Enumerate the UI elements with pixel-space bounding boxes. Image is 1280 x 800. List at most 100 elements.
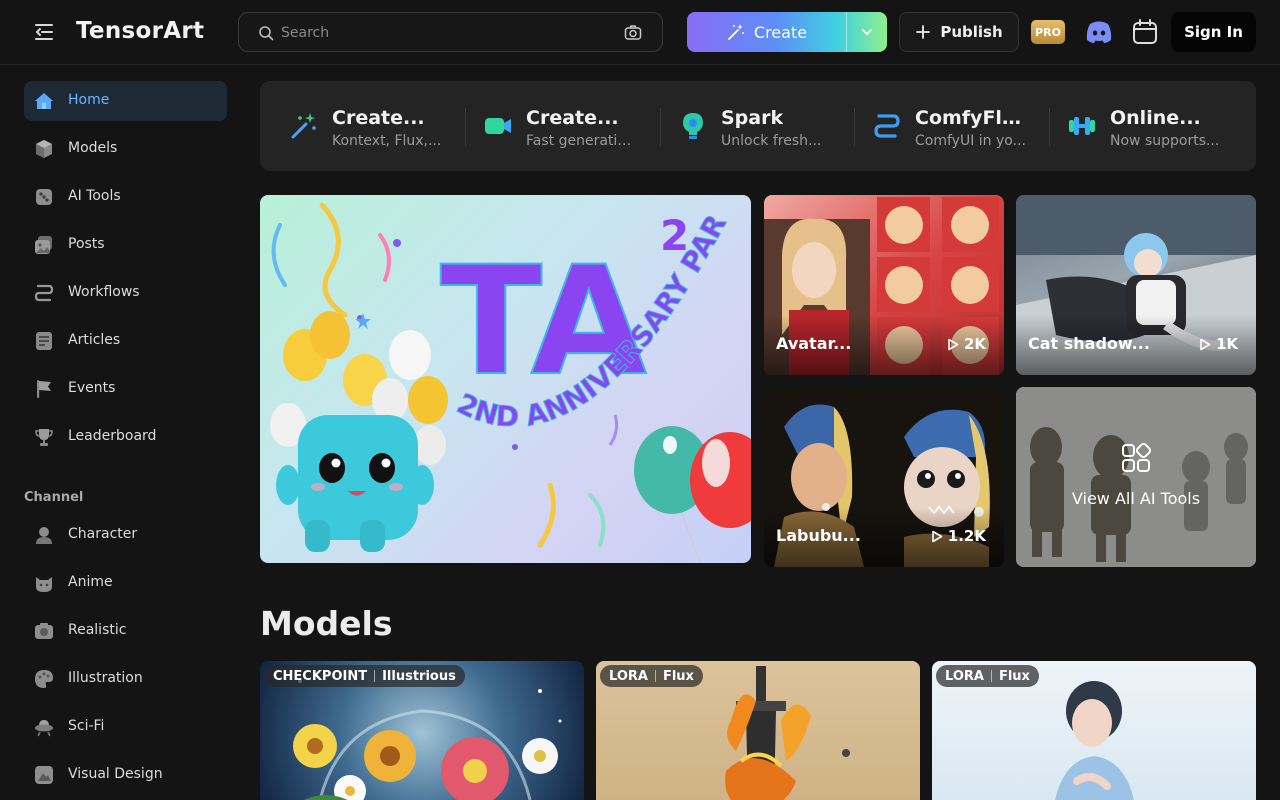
pro-badge[interactable]: PRO <box>1031 20 1065 44</box>
model-type: LORA <box>609 668 648 684</box>
model-card[interactable]: LORA Flux <box>596 661 920 800</box>
cube-icon <box>36 140 52 158</box>
quick-title: Create... <box>526 107 619 129</box>
sign-in-button[interactable]: Sign In <box>1171 12 1256 52</box>
sidebar-item-label: Anime <box>68 574 113 590</box>
quick-subtitle: Kontext, Flux,... <box>332 133 442 149</box>
model-tag: LORA Flux <box>600 665 703 687</box>
quick-actions-bar: Create... Kontext, Flux,... Create... Fa… <box>260 81 1256 171</box>
tag-divider <box>374 670 376 682</box>
tile-artwork <box>1016 387 1256 567</box>
sidebar-item-label: AI Tools <box>68 188 121 204</box>
sidebar-item-label: Realistic <box>68 622 127 638</box>
create-dropdown-button[interactable] <box>847 12 887 52</box>
sidebar-item-posts[interactable]: Posts <box>24 225 227 265</box>
quick-title: Online... <box>1110 107 1201 129</box>
workflow-icon <box>34 284 54 302</box>
ai-tool-tile-labubu[interactable]: Labubu... 1.2K <box>764 387 1004 567</box>
model-base: Flux <box>998 668 1030 684</box>
sidebar-channel-realistic[interactable]: Realistic <box>24 611 227 651</box>
dice-icon <box>36 189 52 205</box>
sidebar-channel-sci-fi[interactable]: Sci-Fi <box>24 707 227 747</box>
sidebar-item-events[interactable]: Events <box>24 369 227 409</box>
image-stack-icon <box>35 236 52 254</box>
sidebar-item-ai-tools[interactable]: AI Tools <box>24 177 227 217</box>
bulb-icon <box>683 113 703 139</box>
tile-run-count: 2K <box>947 335 986 353</box>
sidebar-item-label: Character <box>68 526 138 542</box>
trophy-icon <box>35 429 53 446</box>
publish-button[interactable]: Publish <box>899 12 1019 52</box>
tile-title: Avatar... <box>776 334 852 353</box>
quick-create-video[interactable]: Create... Fast generatio... <box>454 81 648 171</box>
sidebar-item-label: Workflows <box>68 284 140 300</box>
tile-count-value: 1K <box>1215 335 1238 353</box>
tag-divider <box>654 670 656 682</box>
sidebar-item-workflows[interactable]: Workflows <box>24 273 227 313</box>
tile-run-count: 1.2K <box>931 527 986 545</box>
quick-comfyflow[interactable]: ComfyFlow ComfyUI in yo... <box>843 81 1037 171</box>
view-all-ai-tools-tile[interactable]: View All AI Tools <box>1016 387 1256 567</box>
top-header: TensorArt Create Publish PRO Sign In <box>0 0 1280 65</box>
sidebar-item-home[interactable]: Home <box>24 81 227 121</box>
sidebar-item-label: Visual Design <box>68 766 163 782</box>
image-search-icon[interactable] <box>624 24 642 42</box>
article-icon <box>36 332 52 350</box>
model-tag: CHECKPOINT Illustrious <box>264 665 465 687</box>
ufo-icon <box>35 720 53 737</box>
menu-collapse-icon[interactable] <box>33 22 55 42</box>
model-tag: LORA Flux <box>936 665 1039 687</box>
quick-title: Create... <box>332 107 425 129</box>
play-icon <box>1200 338 1211 350</box>
logo[interactable]: TensorArt <box>76 18 204 44</box>
sidebar-channel-anime[interactable]: Anime <box>24 563 227 603</box>
create-button-group: Create <box>687 12 887 52</box>
quick-title: Spark <box>721 107 784 129</box>
discord-icon[interactable] <box>1084 18 1114 46</box>
sidebar-item-label: Sci-Fi <box>68 718 105 734</box>
sidebar-channel-character[interactable]: Character <box>24 515 227 555</box>
search-input[interactable] <box>281 19 641 47</box>
sidebar-item-label: Illustration <box>68 670 143 686</box>
sidebar-item-label: Articles <box>68 332 121 348</box>
sidebar-item-label: Events <box>68 380 116 396</box>
quick-subtitle: Fast generatio... <box>526 133 638 149</box>
dumbbell-icon <box>1069 117 1095 135</box>
channel-heading: Channel <box>24 490 84 505</box>
quick-subtitle: Now supports... <box>1110 133 1220 149</box>
quick-online-training[interactable]: Online... Now supports... <box>1038 81 1232 171</box>
sidebar-item-articles[interactable]: Articles <box>24 321 227 361</box>
sidebar-item-label: Leaderboard <box>68 428 157 444</box>
play-icon <box>948 338 959 350</box>
model-card[interactable]: LORA Flux <box>932 661 1256 800</box>
flag-icon <box>37 380 51 398</box>
calendar-icon[interactable] <box>1131 18 1159 46</box>
view-all-label: View All AI Tools <box>1071 489 1201 508</box>
ai-tool-tile-avatar[interactable]: Avatar... 2K <box>764 195 1004 375</box>
sidebar: Home Models AI Tools Posts Workflows Art… <box>0 65 244 800</box>
quick-spark[interactable]: Spark Unlock fresh... <box>649 81 843 171</box>
model-type: CHECKPOINT <box>273 668 368 684</box>
chevron-down-icon <box>862 29 872 36</box>
search-bar[interactable] <box>238 12 663 52</box>
sidebar-channel-visual-design[interactable]: Visual Design <box>24 755 227 795</box>
models-section-title: Models <box>260 604 393 643</box>
sidebar-channel-illustration[interactable]: Illustration <box>24 659 227 699</box>
model-card[interactable]: CHECKPOINT Illustrious <box>260 661 584 800</box>
tag-divider <box>990 670 992 682</box>
tile-count-value: 2K <box>963 335 986 353</box>
camera-icon <box>35 623 53 639</box>
tile-title: Labubu... <box>776 526 861 545</box>
tile-count-value: 1.2K <box>947 527 986 545</box>
model-base: Illustrious <box>382 668 456 684</box>
sidebar-item-label: Home <box>68 92 110 108</box>
quick-create-image[interactable]: Create... Kontext, Flux,... <box>260 81 454 171</box>
play-icon <box>931 530 943 542</box>
magic-wand-icon <box>728 24 744 40</box>
sidebar-item-models[interactable]: Models <box>24 129 227 169</box>
anniversary-banner[interactable]: TA 2 2ND ANNIVERSARY PARTY <box>260 195 751 563</box>
quick-subtitle: ComfyUI in yo... <box>915 133 1026 149</box>
sidebar-item-leaderboard[interactable]: Leaderboard <box>24 417 227 457</box>
ai-tool-tile-cat-shadow[interactable]: Cat shadow... 1K <box>1016 195 1256 375</box>
create-button[interactable]: Create <box>687 12 846 52</box>
